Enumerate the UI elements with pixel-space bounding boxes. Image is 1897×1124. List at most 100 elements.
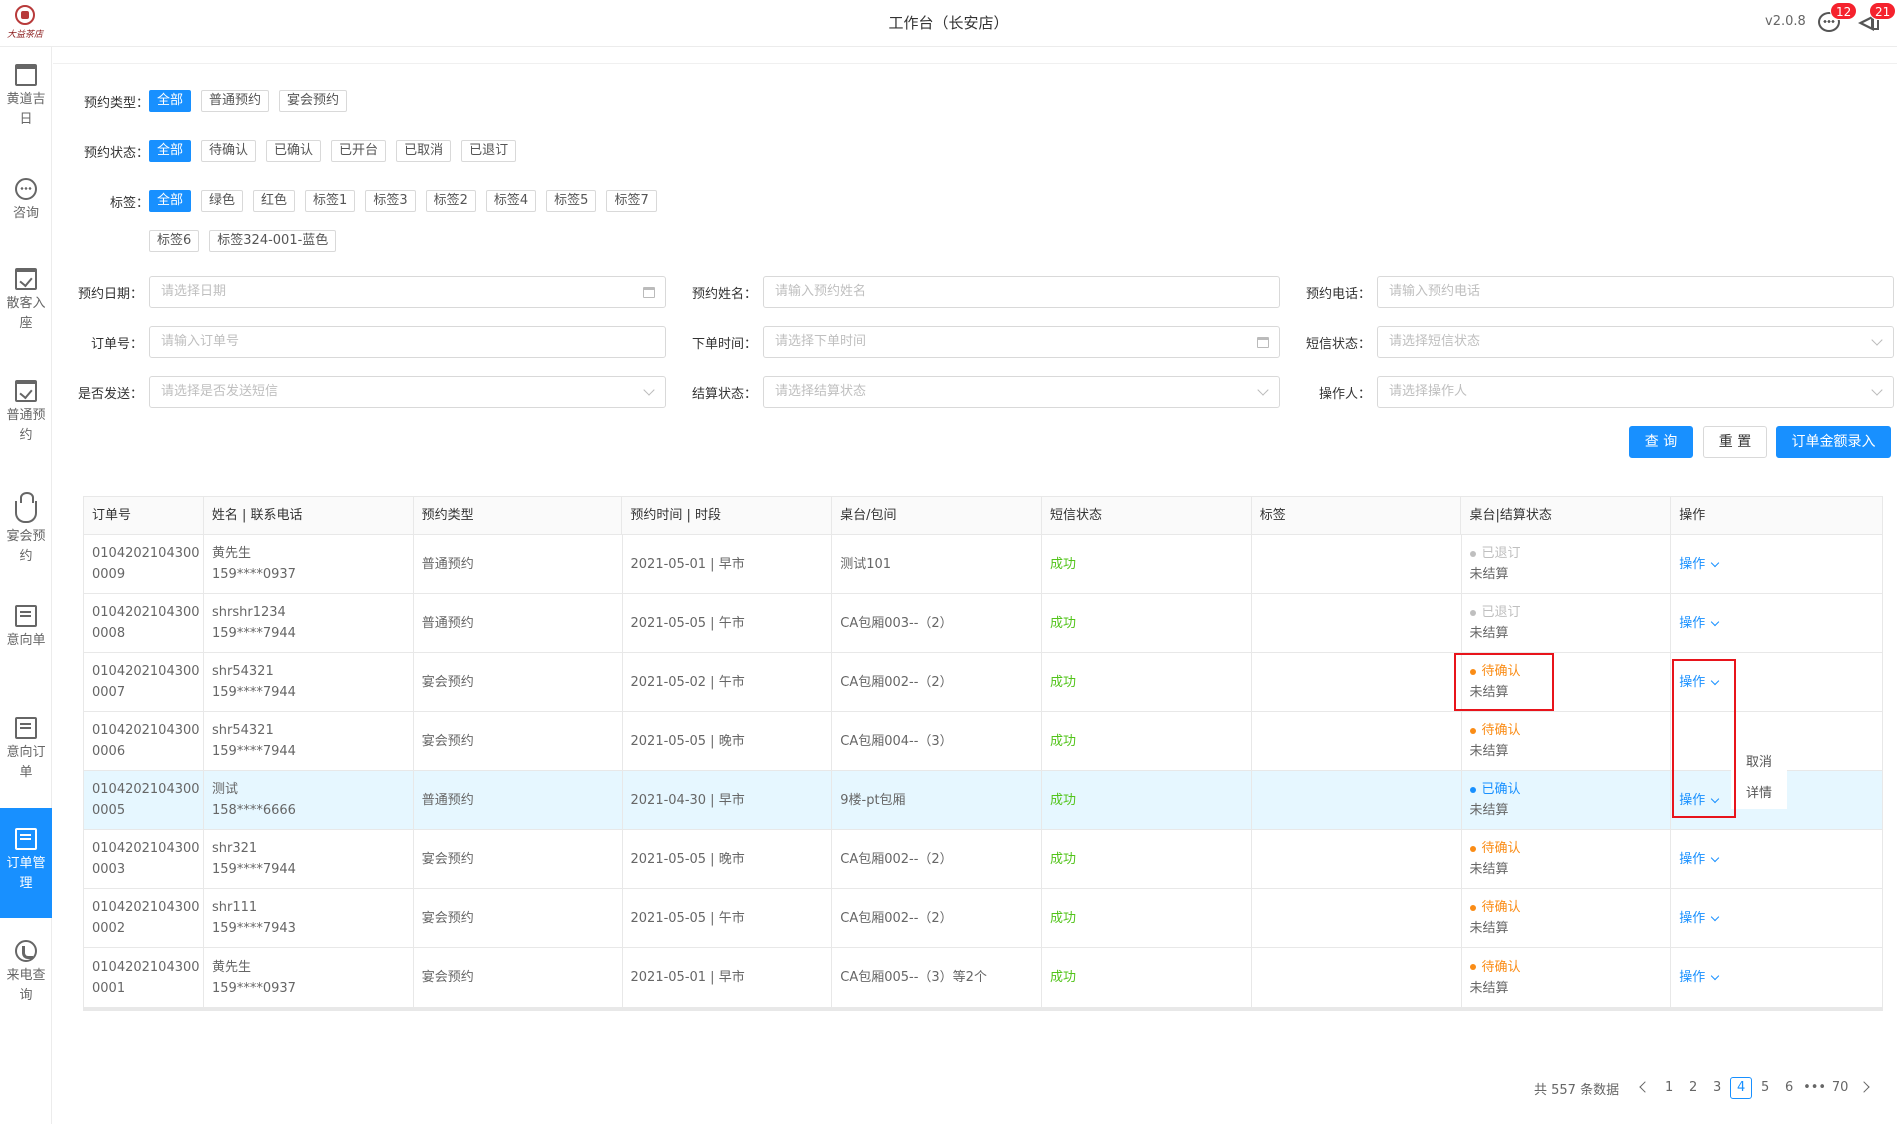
tag-status-pending[interactable]: 待确认 <box>201 140 257 162</box>
status-badge: 待确认 <box>1469 957 1663 978</box>
cell-booking-time: 2021-05-01 | 早市 <box>623 948 833 1007</box>
sidebar-item-banquet-booking[interactable]: 宴会预约 <box>0 492 52 567</box>
tag-label-324-blue[interactable]: 标签324-001-蓝色 <box>209 230 337 252</box>
tag-banquet-booking[interactable]: 宴会预约 <box>279 90 348 112</box>
order-amount-entry-button[interactable]: 订单金额录入 <box>1776 426 1891 458</box>
next-page-button[interactable] <box>1853 1077 1875 1099</box>
cell-sms-status: 成功 <box>1042 830 1252 888</box>
cell-booking-type: 宴会预约 <box>414 653 623 711</box>
operator-select[interactable]: 请选择操作人 <box>1377 376 1894 408</box>
table-row[interactable]: 0104202104300 0006 shr54321 159****7944 宴会… <box>84 712 1882 771</box>
tag-label-2[interactable]: 标签2 <box>425 190 476 212</box>
tag-label-4[interactable]: 标签4 <box>485 190 537 212</box>
sidebar-item-call-lookup[interactable]: 来电查询 <box>0 940 52 1006</box>
cell-booking-type: 普通预约 <box>414 771 623 829</box>
tag-label-green[interactable]: 绿色 <box>201 190 244 212</box>
cell-label <box>1252 594 1462 652</box>
menu-item-detail[interactable]: 详情 <box>1731 778 1787 809</box>
customer-name: shr54321 <box>212 723 274 738</box>
sidebar-item-label: 意向单 <box>6 633 46 648</box>
sidebar-item-intent[interactable]: 意向单 <box>0 605 52 651</box>
placeholder: 请选择结算状态 <box>775 384 867 399</box>
page-number[interactable]: 6 <box>1778 1077 1800 1099</box>
page-number[interactable]: 1 <box>1658 1077 1680 1099</box>
operation-dropdown-button[interactable]: 操作 <box>1679 849 1874 870</box>
status-badge: 已确认 <box>1469 779 1663 800</box>
notices-button[interactable]: 21 <box>1857 2 1897 34</box>
settle-status-select[interactable]: 请选择结算状态 <box>763 376 1280 408</box>
tag-label-3[interactable]: 标签3 <box>365 190 416 212</box>
total-count: 共 557 条数据 <box>1534 1082 1620 1098</box>
customer-phone: 158****6666 <box>212 803 296 818</box>
tag-status-confirmed[interactable]: 已确认 <box>266 140 322 162</box>
placeholder: 请输入预约姓名 <box>775 284 867 299</box>
sidebar-item-consult[interactable]: 咨询 <box>0 178 52 224</box>
sidebar-item-label: 宴会预约 <box>6 529 46 564</box>
chevron-down-icon <box>1711 971 1720 981</box>
prev-page-button[interactable] <box>1634 1077 1656 1099</box>
cell-booking-type: 普通预约 <box>414 535 623 593</box>
cell-table-settle-status: 待确认 未结算 <box>1462 830 1672 888</box>
page-number[interactable]: 70 <box>1829 1077 1851 1099</box>
sms-status-select[interactable]: 请选择短信状态 <box>1377 326 1894 358</box>
tag-label-all[interactable]: 全部 <box>149 190 192 212</box>
table-row[interactable]: 0104202104300 0005 测试 158****6666 普通预约 202… <box>84 771 1882 830</box>
order-time-picker[interactable]: 请选择下单时间 <box>763 326 1280 358</box>
settle-status: 未结算 <box>1469 685 1509 700</box>
booking-icon <box>15 380 37 402</box>
operation-dropdown-button[interactable]: 操作 <box>1679 554 1874 575</box>
table-row[interactable]: 0104202104300 0009 黄先生 159****0937 普通预约 20… <box>84 535 1882 594</box>
order-no-input[interactable]: 请输入订单号 <box>149 326 666 358</box>
customer-name: shr54321 <box>212 664 274 679</box>
table-row[interactable]: 0104202104300 0007 shr54321 159****7944 宴会… <box>84 653 1882 712</box>
table-row[interactable]: 0104202104300 0003 shr321 159****7944 宴会预约… <box>84 830 1882 889</box>
tag-label-red[interactable]: 红色 <box>253 190 296 212</box>
status-dot-icon <box>1469 964 1476 970</box>
sidebar-item-auspicious-days[interactable]: 黄道吉日 <box>0 64 52 130</box>
version-label: v2.0.8 <box>1765 14 1806 29</box>
menu-item-cancel[interactable]: 取消 <box>1731 747 1787 778</box>
table-row[interactable]: 0104202104300 0008 shrshr1234 159****7944 … <box>84 594 1882 653</box>
messages-button[interactable]: 12 <box>1818 2 1858 34</box>
order-no-part2: 0007 <box>92 685 126 700</box>
cell-sms-status: 成功 <box>1042 771 1252 829</box>
operation-dropdown-button[interactable]: 操作 <box>1679 672 1874 693</box>
page-number[interactable]: 4 <box>1730 1077 1753 1099</box>
operation-dropdown-button[interactable]: 操作 <box>1679 908 1874 929</box>
operation-dropdown-button[interactable]: 操作 <box>1679 613 1874 634</box>
tag-label-5[interactable]: 标签5 <box>546 190 597 212</box>
tag-normal-booking[interactable]: 普通预约 <box>201 90 270 112</box>
order-no-part2: 0001 <box>92 980 126 996</box>
booking-date-picker[interactable]: 请选择日期 <box>149 276 666 308</box>
field-send-sms: 是否发送： 请选择是否发送短信 <box>77 376 666 408</box>
tag-status-cancelled[interactable]: 已取消 <box>396 140 452 162</box>
sidebar-item-normal-booking[interactable]: 普通预约 <box>0 380 52 446</box>
booking-name-input[interactable]: 请输入预约姓名 <box>763 276 1280 308</box>
sidebar-item-walk-in[interactable]: 散客入座 <box>0 268 52 334</box>
customer-phone: 159****0937 <box>212 980 296 996</box>
tag-status-all[interactable]: 全部 <box>149 140 192 162</box>
tag-label-7[interactable]: 标签7 <box>606 190 657 212</box>
sidebar-item-intent-order[interactable]: 意向订单 <box>0 717 52 783</box>
tag-status-opened[interactable]: 已开台 <box>331 140 387 162</box>
table-row[interactable]: 0104202104300 0001 黄先生 159****0937 宴会预约 20… <box>84 948 1882 1007</box>
table-row[interactable]: 0104202104300 0002 shr111 159****7943 宴会预约… <box>84 889 1882 948</box>
page-number[interactable]: 5 <box>1754 1077 1776 1099</box>
filter-label: 预约状态： <box>83 145 149 161</box>
sidebar-item-order-management[interactable]: 订单管理 <box>0 808 52 918</box>
reset-button[interactable]: 重 置 <box>1703 426 1767 458</box>
tag-label-6[interactable]: 标签6 <box>149 230 200 252</box>
operation-dropdown-button[interactable]: 操作 <box>1679 967 1874 988</box>
cell-table-room: 9楼-pt包厢 <box>832 771 1042 829</box>
booking-phone-input[interactable]: 请输入预约电话 <box>1377 276 1894 308</box>
page-number[interactable]: 2 <box>1682 1077 1704 1099</box>
tag-status-unsubscribed[interactable]: 已退订 <box>461 140 517 162</box>
tag-all[interactable]: 全部 <box>149 90 192 112</box>
tag-label-1[interactable]: 标签1 <box>305 190 356 212</box>
page-ellipsis[interactable]: ••• <box>1802 1077 1827 1099</box>
cell-table-settle-status: 已退订 未结算 <box>1462 535 1672 593</box>
query-button[interactable]: 查 询 <box>1629 426 1693 458</box>
send-sms-select[interactable]: 请选择是否发送短信 <box>149 376 666 408</box>
page-number[interactable]: 3 <box>1706 1077 1728 1099</box>
cell-name-phone: 黄先生 159****0937 <box>204 948 414 1007</box>
